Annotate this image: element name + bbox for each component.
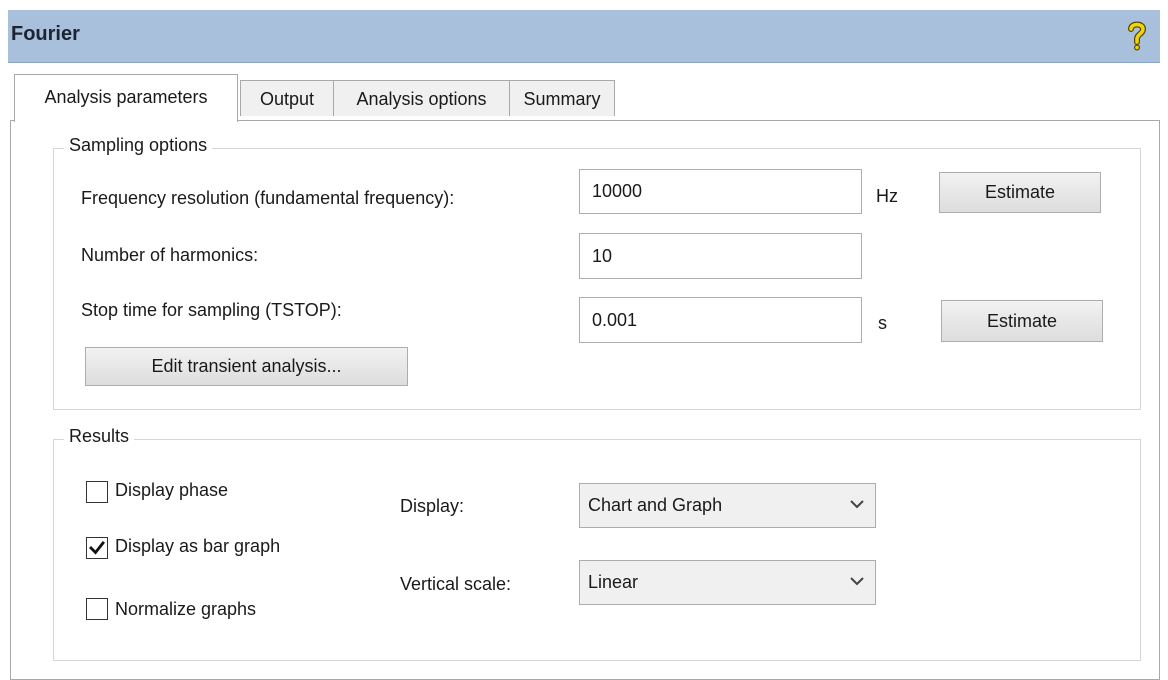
help-question-icon[interactable] [1120, 18, 1154, 52]
tstop-input[interactable] [579, 297, 862, 343]
vertical-scale-select-value: Linear [588, 572, 639, 592]
edit-transient-analysis-button[interactable]: Edit transient analysis... [85, 347, 408, 386]
normalize-graphs-label: Normalize graphs [115, 599, 257, 619]
tstop-unit: s [878, 313, 887, 333]
tab-summary[interactable]: Summary [509, 80, 615, 116]
vertical-scale-label: Vertical scale: [400, 574, 512, 594]
frequency-estimate-button[interactable]: Estimate [939, 172, 1101, 213]
tab-analysis-parameters[interactable]: Analysis parameters [14, 74, 238, 122]
vertical-scale-select[interactable]: Linear [579, 560, 876, 605]
harmonics-input[interactable] [579, 233, 862, 279]
checkmark-icon [89, 541, 105, 555]
dialog-titlebar: Fourier [8, 10, 1160, 63]
normalize-graphs-checkbox[interactable] [86, 598, 108, 620]
display-label: Display: [400, 496, 465, 516]
tstop-label: Stop time for sampling (TSTOP): [81, 300, 342, 320]
display-select[interactable]: Chart and Graph [579, 483, 876, 528]
chevron-down-icon [850, 577, 864, 586]
chevron-down-icon [850, 500, 864, 509]
tab-panel-analysis-parameters: Sampling options Frequency resolution (f… [10, 120, 1160, 680]
tab-output[interactable]: Output [240, 80, 334, 116]
tstop-estimate-button[interactable]: Estimate [941, 300, 1103, 342]
frequency-resolution-label: Frequency resolution (fundamental freque… [81, 188, 455, 208]
sampling-options-legend: Sampling options [64, 135, 213, 156]
frequency-unit: Hz [876, 186, 898, 206]
results-group: Results Display phase Display as bar gra… [53, 426, 1141, 661]
sampling-options-group: Sampling options Frequency resolution (f… [53, 135, 1141, 410]
harmonics-label: Number of harmonics: [81, 245, 259, 265]
display-select-value: Chart and Graph [588, 495, 723, 515]
dialog-title: Fourier [11, 23, 80, 45]
display-bar-graph-checkbox[interactable] [86, 537, 108, 559]
tab-strip: Analysis parameters Output Analysis opti… [14, 74, 1014, 122]
display-phase-label: Display phase [115, 480, 229, 500]
display-phase-checkbox[interactable] [86, 481, 108, 503]
tab-analysis-options[interactable]: Analysis options [333, 80, 510, 116]
frequency-resolution-input[interactable] [579, 169, 862, 214]
results-legend: Results [64, 426, 135, 447]
display-bar-graph-label: Display as bar graph [115, 536, 281, 556]
